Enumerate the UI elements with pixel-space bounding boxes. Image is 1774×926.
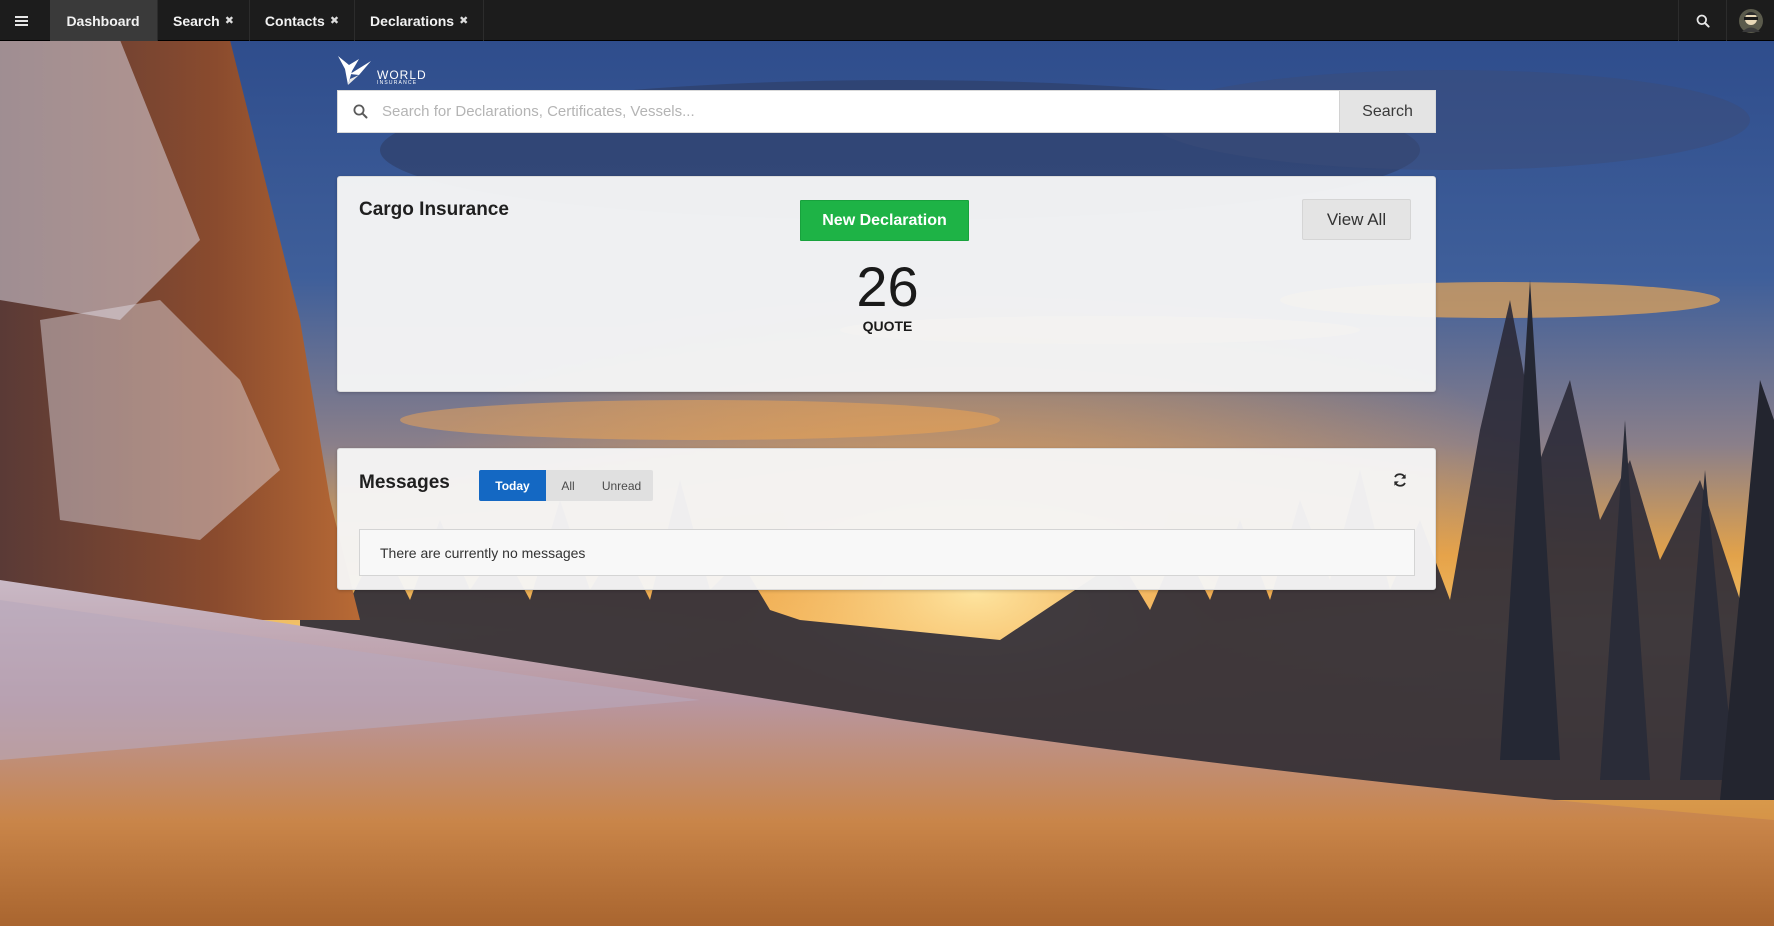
main-search-bar: Search <box>337 90 1436 133</box>
tab-search[interactable]: Search ✖ <box>158 0 250 41</box>
search-button[interactable]: Search <box>1339 91 1435 132</box>
tab-dashboard-label: Dashboard <box>66 12 140 29</box>
logo-text: WORLD INSURANCE <box>377 69 427 86</box>
tab-declarations[interactable]: Declarations ✖ <box>355 0 485 41</box>
user-avatar <box>1738 8 1763 33</box>
hamburger-menu-icon <box>14 15 28 26</box>
messages-panel: Messages Today All Unread There are curr… <box>337 448 1436 590</box>
messages-empty-state: There are currently no messages <box>359 529 1415 576</box>
tab-search-label: Search <box>173 12 220 29</box>
refresh-icon[interactable] <box>1391 471 1409 489</box>
messages-empty-text: There are currently no messages <box>380 544 586 561</box>
close-tab-declarations-icon[interactable]: ✖ <box>459 14 468 27</box>
search-icon <box>353 104 367 119</box>
tab-contacts-label: Contacts <box>264 12 325 29</box>
quote-count[interactable]: 26 <box>338 259 1437 315</box>
close-tab-contacts-icon[interactable]: ✖ <box>330 14 339 27</box>
tab-declarations-label: Declarations <box>370 12 455 29</box>
hamburger-menu-button[interactable] <box>0 0 42 41</box>
view-all-button[interactable]: View All <box>1302 199 1411 240</box>
messages-panel-title: Messages <box>359 472 450 493</box>
filter-unread-button[interactable]: Unread <box>590 470 653 501</box>
user-avatar-button[interactable] <box>1726 0 1774 41</box>
top-navigation-bar: Dashboard Search ✖ Contacts ✖ Declaratio… <box>0 0 1774 41</box>
new-declaration-button[interactable]: New Declaration <box>800 200 969 241</box>
quote-count-label: QUOTE <box>862 318 913 334</box>
logo-mark-icon <box>338 56 371 85</box>
search-icon <box>1696 14 1710 28</box>
close-tab-search-icon[interactable]: ✖ <box>225 14 234 27</box>
cargo-panel-title: Cargo Insurance <box>359 199 509 220</box>
cargo-insurance-panel: Cargo Insurance New Declaration View All… <box>337 176 1436 392</box>
filter-all-button[interactable]: All <box>546 470 590 501</box>
tab-contacts[interactable]: Contacts ✖ <box>250 0 356 41</box>
global-search-button[interactable] <box>1678 0 1726 41</box>
message-filter-group: Today All Unread <box>479 470 653 501</box>
search-field-icon-wrap <box>338 91 382 132</box>
tab-dashboard[interactable]: Dashboard <box>50 0 158 41</box>
world-insurance-logo: WORLD INSURANCE <box>337 55 427 86</box>
search-input[interactable] <box>382 91 1339 132</box>
filter-today-button[interactable]: Today <box>479 470 546 501</box>
